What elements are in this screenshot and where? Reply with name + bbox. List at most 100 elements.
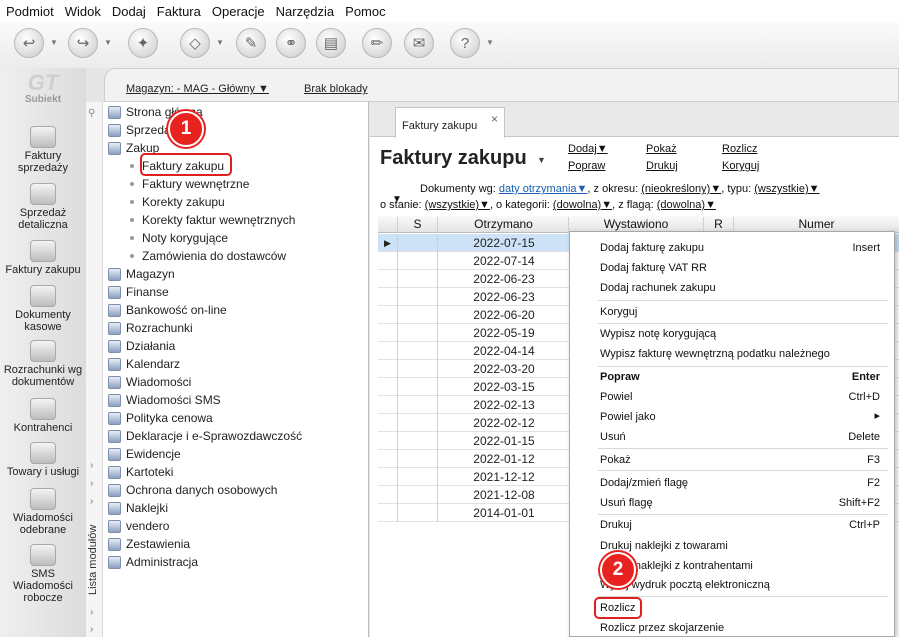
- menu-pokaz[interactable]: Pokaż: [600, 454, 631, 466]
- chevron-right-icon[interactable]: ›: [90, 624, 93, 635]
- module-zestawienia[interactable]: Zestawienia: [108, 535, 190, 553]
- menu-popraw[interactable]: Popraw: [600, 371, 640, 383]
- submodule-korekty-faktur-wewnetrznych[interactable]: Korekty faktur wewnętrznych: [130, 211, 295, 229]
- submodule-faktury-wewnetrzne[interactable]: Faktury wewnętrzne: [130, 175, 249, 193]
- filter-flaga[interactable]: (dowolna)▼: [657, 199, 716, 211]
- col-s[interactable]: S: [398, 217, 438, 233]
- drukuj-button[interactable]: Drukuj: [646, 160, 678, 172]
- tools-icon[interactable]: ✎: [236, 28, 266, 58]
- menu-pomoc[interactable]: Pomoc: [345, 4, 385, 19]
- nav-rozrachunki[interactable]: Rozrachunki wg dokumentów: [0, 340, 86, 388]
- submodule-zamowienia[interactable]: Zamówienia do dostawców: [130, 247, 286, 265]
- nav-faktury-zakupu[interactable]: Faktury zakupu: [0, 240, 86, 276]
- menu-widok[interactable]: Widok: [65, 4, 101, 19]
- page-title[interactable]: Faktury zakupu: [380, 147, 527, 170]
- menu-dodaj-flage[interactable]: Dodaj/zmień flagę: [600, 477, 688, 489]
- module-deklaracje[interactable]: Deklaracje i e-Sprawozdawczość: [108, 427, 302, 445]
- submodule-label: Korekty zakupu: [142, 195, 225, 209]
- menu-powiel[interactable]: Powiel: [600, 391, 632, 403]
- filter-stan[interactable]: (wszystkie)▼: [425, 199, 490, 211]
- module-kartoteki[interactable]: Kartoteki: [108, 463, 173, 481]
- nav-kontrahenci[interactable]: Kontrahenci: [0, 398, 86, 434]
- mail-icon[interactable]: ✉: [404, 28, 434, 58]
- row-indicator: [378, 486, 398, 504]
- printer-icon[interactable]: ▤: [316, 28, 346, 58]
- module-rozrachunki[interactable]: Rozrachunki: [108, 319, 193, 337]
- chevron-right-icon[interactable]: ›: [90, 607, 93, 618]
- menu-usun[interactable]: Usuń: [600, 431, 626, 443]
- menu-powiel-jako[interactable]: Powiel jako: [600, 411, 656, 423]
- dodaj-button[interactable]: Dodaj▼: [568, 143, 608, 155]
- status-cell: [398, 468, 438, 486]
- filter-okres[interactable]: (nieokreślony)▼: [641, 183, 721, 195]
- menu-operacje[interactable]: Operacje: [212, 4, 265, 19]
- help-icon[interactable]: ?: [450, 28, 480, 58]
- menu-dodaj-rachunek-zakupu[interactable]: Dodaj rachunek zakupu: [600, 282, 716, 294]
- chevron-down-icon[interactable]: ▼: [486, 38, 494, 47]
- close-icon[interactable]: ×: [491, 112, 498, 126]
- chevron-right-icon[interactable]: ›: [90, 496, 93, 507]
- menu-usun-flage[interactable]: Usuń flagę: [600, 497, 653, 509]
- module-finanse[interactable]: Finanse: [108, 283, 169, 301]
- menu-dodaj-fakture-vat-rr[interactable]: Dodaj fakturę VAT RR: [600, 262, 707, 274]
- menu-drukuj[interactable]: Drukuj: [600, 519, 632, 531]
- module-dzialania[interactable]: Działania: [108, 337, 175, 355]
- rozlicz-button[interactable]: Rozlicz: [722, 143, 757, 155]
- filter-typ[interactable]: (wszystkie)▼: [754, 183, 819, 195]
- chevron-right-icon[interactable]: ›: [90, 478, 93, 489]
- chevron-right-icon[interactable]: ›: [90, 460, 93, 471]
- menu-koryguj[interactable]: Koryguj: [600, 306, 637, 318]
- chevron-down-icon[interactable]: ▼: [50, 38, 58, 47]
- chevron-down-icon[interactable]: ▼: [537, 155, 546, 165]
- warehouse-selector[interactable]: Magazyn: - MAG - Główny ▼: [126, 83, 269, 95]
- chevron-down-icon[interactable]: ▼: [104, 38, 112, 47]
- submodule-korekty-zakupu[interactable]: Korekty zakupu: [130, 193, 225, 211]
- eraser-icon[interactable]: ◇: [180, 28, 210, 58]
- popraw-button[interactable]: Popraw: [568, 160, 605, 172]
- pin-icon[interactable]: ⚲: [88, 108, 95, 119]
- menu-narzedzia[interactable]: Narzędzia: [276, 4, 335, 19]
- pencil-icon[interactable]: ✏: [362, 28, 392, 58]
- module-kalendarz[interactable]: Kalendarz: [108, 355, 180, 373]
- nav-towary[interactable]: Towary i usługi: [0, 442, 86, 478]
- submodule-noty-korygujace[interactable]: Noty korygujące: [130, 229, 228, 247]
- menu-faktura[interactable]: Faktura: [157, 4, 201, 19]
- module-wiadomosci[interactable]: Wiadomości: [108, 373, 191, 391]
- calendar-icon: [108, 357, 121, 371]
- module-ewidencje[interactable]: Ewidencje: [108, 445, 181, 463]
- menu-dodaj[interactable]: Dodaj: [112, 4, 146, 19]
- module-magazyn[interactable]: Magazyn: [108, 265, 175, 283]
- lock-status-link[interactable]: Brak blokady: [304, 83, 368, 95]
- filter-dokumenty-wg[interactable]: daty otrzymania▼: [499, 183, 588, 195]
- filter-kategoria[interactable]: (dowolna)▼: [553, 199, 612, 211]
- pokaz-button[interactable]: Pokaż: [646, 143, 677, 155]
- module-polityka-cenowa[interactable]: Polityka cenowa: [108, 409, 213, 427]
- menu-rozlicz-przez-skojarzenie[interactable]: Rozlicz przez skojarzenie: [600, 622, 724, 634]
- forward-icon[interactable]: ↪: [68, 28, 98, 58]
- menu-wypisz-note[interactable]: Wypisz notę korygującą: [600, 328, 716, 340]
- nav-dokumenty-kasowe[interactable]: Dokumenty kasowe: [0, 285, 86, 333]
- menu-dodaj-fakture-zakupu[interactable]: Dodaj fakturę zakupu: [600, 242, 704, 254]
- koryguj-button[interactable]: Koryguj: [722, 160, 759, 172]
- filter-toggle-icon[interactable]: ▼: [392, 194, 402, 205]
- module-ochrona-danych[interactable]: Ochrona danych osobowych: [108, 481, 277, 499]
- menu-podmiot[interactable]: Podmiot: [6, 4, 54, 19]
- nav-faktury-sprzedazy[interactable]: Faktury sprzedaży: [0, 126, 86, 174]
- module-naklejki[interactable]: Naklejki: [108, 499, 168, 517]
- module-sprzedaz[interactable]: Sprzedaż: [108, 121, 177, 139]
- link-icon[interactable]: ⚭: [276, 28, 306, 58]
- module-vendero[interactable]: vendero: [108, 517, 169, 535]
- module-bankowosc[interactable]: Bankowość on-line: [108, 301, 227, 319]
- tab-faktury-zakupu[interactable]: Faktury zakupu ×: [395, 107, 505, 138]
- back-icon[interactable]: ↩: [14, 28, 44, 58]
- nav-sprzedaz-detaliczna[interactable]: Sprzedaż detaliczna: [0, 183, 86, 231]
- nav-sms[interactable]: SMS Wiadomości robocze: [0, 544, 86, 604]
- menu-wypisz-fakture-wewnetrzna[interactable]: Wypisz fakturę wewnętrzną podatku należn…: [600, 348, 830, 360]
- chevron-down-icon[interactable]: ▼: [216, 38, 224, 47]
- module-administracja[interactable]: Administracja: [108, 553, 198, 571]
- module-wiadomosci-sms[interactable]: Wiadomości SMS: [108, 391, 221, 409]
- col-otrzymano[interactable]: Otrzymano: [439, 217, 569, 233]
- stamp-icon[interactable]: ✦: [128, 28, 158, 58]
- nav-wiadomosci-odebrane[interactable]: Wiadomości odebrane: [0, 488, 86, 536]
- menu-drukuj-naklejki-towary[interactable]: Drukuj naklejki z towarami: [600, 540, 728, 552]
